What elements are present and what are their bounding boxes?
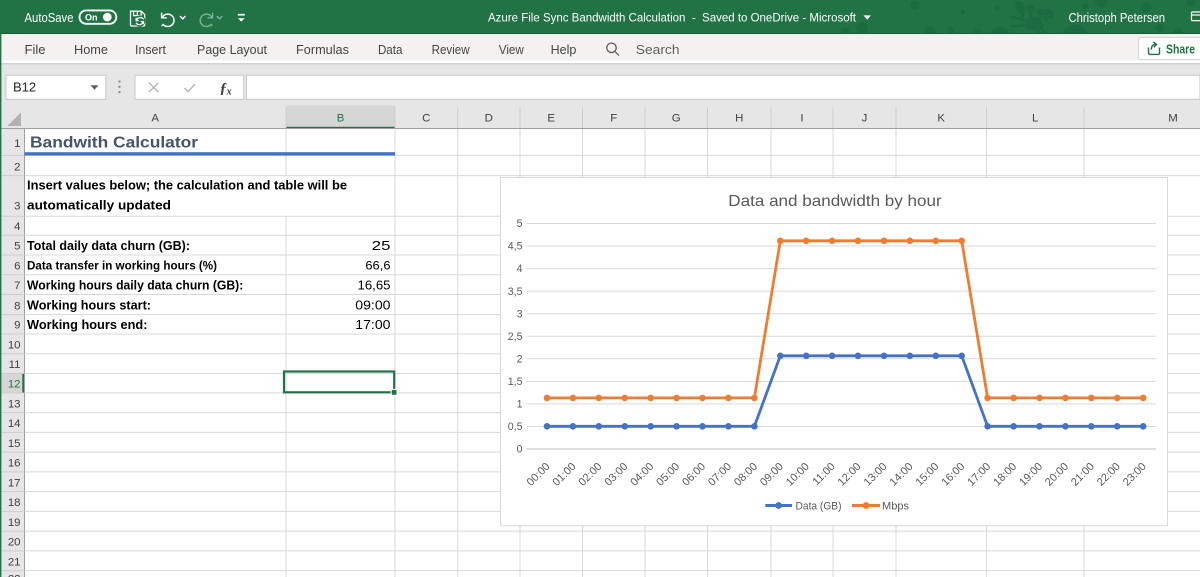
svg-text:4: 4 <box>14 221 20 233</box>
svg-text:66,6: 66,6 <box>365 259 390 273</box>
svg-text:16: 16 <box>8 458 21 470</box>
svg-text:8: 8 <box>14 300 20 312</box>
svg-text:D: D <box>485 113 493 125</box>
svg-text:E: E <box>547 113 555 125</box>
svg-text:On: On <box>85 13 98 23</box>
svg-text:Azure File Sync Bandwidth Calc: Azure File Sync Bandwidth Calculation - … <box>488 11 857 25</box>
svg-text:15: 15 <box>8 438 21 450</box>
svg-text:x: x <box>226 87 232 98</box>
svg-text:Insert values below; the calcu: Insert values below; the calculation and… <box>27 178 347 193</box>
svg-text:11: 11 <box>9 359 21 371</box>
svg-text:3: 3 <box>517 308 523 320</box>
svg-text:Christoph Petersen: Christoph Petersen <box>1069 10 1166 25</box>
svg-text:12: 12 <box>8 379 21 391</box>
svg-text:Bandwith Calculator: Bandwith Calculator <box>30 134 198 151</box>
svg-text:21: 21 <box>8 556 21 568</box>
svg-text:14: 14 <box>8 418 21 430</box>
svg-text:I: I <box>800 113 803 125</box>
svg-text:25: 25 <box>372 238 391 253</box>
svg-text:Working hours start:: Working hours start: <box>27 297 151 312</box>
svg-text:Data (GB): Data (GB) <box>796 500 842 512</box>
svg-text:2: 2 <box>517 353 523 365</box>
svg-text:2,5: 2,5 <box>508 331 523 343</box>
svg-text:Insert: Insert <box>135 42 166 57</box>
svg-text:Review: Review <box>432 42 470 57</box>
svg-text:17:00: 17:00 <box>355 317 390 332</box>
svg-text:13: 13 <box>8 398 21 410</box>
svg-text:5: 5 <box>517 218 523 230</box>
svg-text:automatically updated: automatically updated <box>27 197 171 212</box>
svg-text:B: B <box>337 113 345 125</box>
svg-text:18: 18 <box>8 497 21 509</box>
svg-text:1,5: 1,5 <box>508 376 523 388</box>
svg-text:Data transfer in working hours: Data transfer in working hours (%) <box>27 259 217 273</box>
svg-text:K: K <box>937 113 945 125</box>
svg-text:22: 22 <box>8 574 21 577</box>
svg-text:View: View <box>499 42 525 57</box>
svg-text:4,5: 4,5 <box>508 241 523 253</box>
svg-text:16,65: 16,65 <box>358 278 391 293</box>
svg-text:M: M <box>1168 113 1178 125</box>
svg-text:Share: Share <box>1166 42 1195 57</box>
svg-text:1: 1 <box>517 399 523 411</box>
svg-text:Help: Help <box>551 42 577 57</box>
svg-text:F: F <box>610 113 617 125</box>
svg-text:L: L <box>1032 113 1038 125</box>
svg-text:Home: Home <box>74 42 108 57</box>
svg-text:File: File <box>25 42 46 57</box>
svg-text:Formulas: Formulas <box>296 42 349 57</box>
svg-text:AutoSave: AutoSave <box>25 10 74 25</box>
svg-text:Working hours daily data churn: Working hours daily data churn (GB): <box>27 278 243 293</box>
svg-text:0: 0 <box>517 444 523 456</box>
svg-text:5: 5 <box>14 241 20 253</box>
svg-text:G: G <box>672 113 681 125</box>
svg-text:B12: B12 <box>13 79 36 94</box>
svg-text:Data: Data <box>378 42 403 57</box>
svg-text:10: 10 <box>8 339 21 351</box>
svg-text:A: A <box>151 113 159 125</box>
svg-text:C: C <box>422 113 430 125</box>
svg-text:Total daily data churn (GB):: Total daily data churn (GB): <box>27 238 190 253</box>
svg-text:3: 3 <box>14 200 20 212</box>
svg-text:19: 19 <box>8 517 21 529</box>
svg-text:09:00: 09:00 <box>355 297 390 312</box>
svg-text:6: 6 <box>14 261 20 273</box>
svg-text:3,5: 3,5 <box>508 286 523 298</box>
svg-text:9: 9 <box>14 320 20 332</box>
svg-text:J: J <box>862 113 868 125</box>
svg-text:7: 7 <box>14 280 20 292</box>
svg-text:17: 17 <box>8 477 21 489</box>
svg-text:1: 1 <box>14 138 20 150</box>
svg-text:Mbps: Mbps <box>882 500 909 512</box>
svg-text:Page Layout: Page Layout <box>197 42 267 57</box>
svg-text:H: H <box>735 113 743 125</box>
svg-text:0,5: 0,5 <box>508 421 523 433</box>
svg-text:Data and bandwidth by hour: Data and bandwidth by hour <box>728 193 941 210</box>
svg-text:Search: Search <box>636 42 680 57</box>
svg-text:20: 20 <box>8 537 21 549</box>
svg-text:Working hours end:: Working hours end: <box>27 317 148 332</box>
svg-text:2: 2 <box>14 161 20 173</box>
svg-text:4: 4 <box>517 263 523 275</box>
